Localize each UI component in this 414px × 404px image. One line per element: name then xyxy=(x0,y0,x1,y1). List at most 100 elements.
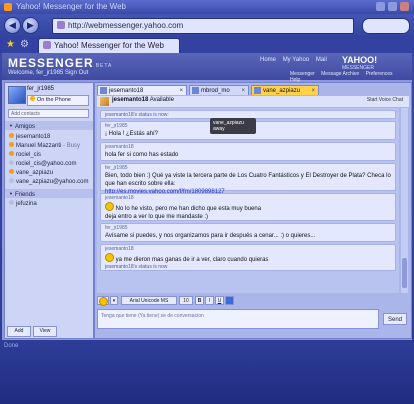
my-status-select[interactable]: On the Phone xyxy=(27,95,89,106)
chat-transcript: jesemanto18's status is now: fer_jr1985 … xyxy=(97,108,399,293)
beta-badge: BETA xyxy=(95,63,113,69)
buddy-avatar xyxy=(100,97,109,106)
message-sender: fer_jr1985 xyxy=(105,165,128,171)
mail-link[interactable]: Mail xyxy=(316,57,327,63)
smiley-emoticon-icon xyxy=(105,253,114,262)
chat-scrollbar[interactable] xyxy=(401,108,408,293)
app-header: MESSENGER BETA Welcome, fer_jr1985 Sign O… xyxy=(2,53,412,83)
top-links: Home My Yahoo Mail xyxy=(260,57,332,63)
contact-name: rociel_cis xyxy=(16,152,42,158)
tab-label: jesemanto18 xyxy=(109,88,144,94)
bold-button[interactable]: B xyxy=(195,296,204,305)
favorites-star-icon[interactable]: ★ xyxy=(6,39,15,50)
browser-tab[interactable]: Yahoo! Messenger for the Web xyxy=(38,38,180,53)
close-tab-icon[interactable]: × xyxy=(311,86,315,96)
window-title: Yahoo! Messenger for the Web xyxy=(16,2,126,11)
presence-icon xyxy=(9,142,14,147)
user-welcome: Welcome, fer_jr1985 Sign Out xyxy=(8,70,89,76)
maximize-button[interactable] xyxy=(388,2,397,11)
contact-item[interactable]: rociel_cis@yahoo.com xyxy=(9,160,76,167)
message-archive-link[interactable]: Message Archive xyxy=(321,71,359,77)
title-bar: Yahoo! Messenger for the Web xyxy=(0,0,414,14)
emoticon-dropdown-icon[interactable]: ▾ xyxy=(110,296,118,305)
close-tab-icon[interactable]: × xyxy=(179,86,183,96)
preferences-link[interactable]: Preferences xyxy=(366,71,393,77)
message-sender: jesemanto18 xyxy=(105,246,134,252)
contact-name: jefuzina xyxy=(16,201,37,207)
status-dot-icon xyxy=(30,96,35,101)
font-select[interactable]: Arial Unicode MS xyxy=(121,296,177,305)
view-button[interactable]: View xyxy=(33,326,57,337)
contact-item[interactable]: jefuzina xyxy=(9,200,37,207)
presence-icon xyxy=(9,160,14,165)
buddy-status: Available xyxy=(149,97,174,103)
contact-name: vane_azpiazu xyxy=(16,170,54,176)
browser-tab-label: Yahoo! Messenger for the Web xyxy=(54,41,164,50)
tooltip-status: away xyxy=(213,126,225,132)
contact-item[interactable]: Manuel Mazzanti - Busy xyxy=(9,142,80,149)
home-link[interactable]: Home xyxy=(260,57,276,63)
close-button[interactable] xyxy=(400,2,409,11)
buddy-name-status: jesemanto18 Available xyxy=(112,97,174,103)
contact-item[interactable]: vane_azpiazu xyxy=(9,169,53,176)
conversation-tab[interactable]: mbrod_mo × xyxy=(189,85,249,95)
message-text: hola fer si como has estado xyxy=(105,152,179,158)
text-color-button[interactable] xyxy=(225,296,234,305)
messenger-app: MESSENGER BETA Welcome, fer_jr1985 Sign O… xyxy=(2,53,412,340)
tab-favicon-icon xyxy=(43,41,51,49)
message-sender: jesemanto18 xyxy=(105,195,134,201)
minimize-button[interactable] xyxy=(376,2,385,11)
presence-icon xyxy=(9,200,14,205)
presence-icon xyxy=(9,151,14,156)
browser-search-box[interactable] xyxy=(362,18,410,34)
scroll-thumb[interactable] xyxy=(402,258,407,288)
presence-icon xyxy=(9,178,14,183)
chat-message: fer_jr1985 Bien, todo bien :) Qué ya vis… xyxy=(100,163,396,195)
underline-button[interactable]: U xyxy=(215,296,224,305)
sidebar-footer: Add View xyxy=(7,326,91,337)
group-header-amigos[interactable]: Amigos xyxy=(5,121,93,130)
contact-name: vane_azpiazu@yahoo.com xyxy=(16,179,89,185)
contact-item[interactable]: vane_azpiazu@yahoo.com xyxy=(9,178,88,185)
my-yahoo-link[interactable]: My Yahoo xyxy=(283,57,309,63)
conversation-header: jesemanto18 Available Start Voice Chat xyxy=(97,96,409,107)
message-text: ya me dieron mas ganas de ir a ver, clar… xyxy=(115,257,269,263)
tools-gear-icon[interactable]: ⚙ xyxy=(20,39,29,50)
my-avatar[interactable] xyxy=(8,86,26,104)
voice-chat-link[interactable]: Start Voice Chat xyxy=(367,97,403,103)
forward-arrow-icon[interactable]: ▶ xyxy=(22,17,39,34)
yahoo-brand: YAHOO! xyxy=(342,55,378,65)
contact-item[interactable]: jesemanto18 xyxy=(9,133,50,140)
back-arrow-icon[interactable]: ◀ xyxy=(4,17,21,34)
add-contact-button[interactable]: Add xyxy=(7,326,31,337)
format-toolbar: ▾ Arial Unicode MS 10 B I U xyxy=(97,295,409,307)
contact-item[interactable]: rociel_cis xyxy=(9,151,41,158)
contact-search-input[interactable]: Add contacts xyxy=(8,109,89,118)
conversation-tab[interactable]: jesemanto18 × xyxy=(97,85,187,95)
address-bar[interactable]: http://webmessenger.yahoo.com xyxy=(52,18,354,34)
yahoo-logo: YAHOO! MESSENGER xyxy=(342,55,377,71)
group-header-friends[interactable]: Friends xyxy=(5,189,93,198)
close-tab-icon[interactable]: × xyxy=(241,86,245,96)
status-text: Done xyxy=(4,343,19,349)
conversation-tab[interactable]: vane_azpiazu × xyxy=(251,85,319,95)
logo-text: MESSENGER xyxy=(8,56,94,70)
message-text: No lo he visto, pero me han dicho que es… xyxy=(115,206,262,212)
send-button[interactable]: Send xyxy=(383,313,407,325)
emoticon-button[interactable] xyxy=(97,296,109,306)
messenger-logo: MESSENGER BETA xyxy=(8,56,112,70)
chat-message: jesemanto18 No lo he visto, pero me han … xyxy=(100,193,396,221)
message-text: Bien, todo bien :) Qué ya viste la terce… xyxy=(105,173,391,187)
presence-icon xyxy=(9,133,14,138)
tab-label: vane_azpiazu xyxy=(263,88,301,94)
italic-button[interactable]: I xyxy=(205,296,214,305)
message-input[interactable]: Tenga que tiene (Ya tiene) se de convers… xyxy=(97,309,379,329)
buddy-name: jesemanto18 xyxy=(112,97,149,103)
chat-message: jesemanto18 ya me dieron mas ganas de ir… xyxy=(100,244,396,271)
site-favicon-icon xyxy=(57,21,65,29)
font-size-select[interactable]: 10 xyxy=(179,296,193,305)
contact-sidebar: fer_jr1985 On the Phone Add contacts Ami… xyxy=(4,82,94,339)
buddy-tooltip: vane_azpiazu away xyxy=(210,118,256,134)
my-name: fer_jr1985 xyxy=(27,86,55,92)
chat-message: fer_jr1985 Avísame si puedes, y nos orga… xyxy=(100,223,396,242)
